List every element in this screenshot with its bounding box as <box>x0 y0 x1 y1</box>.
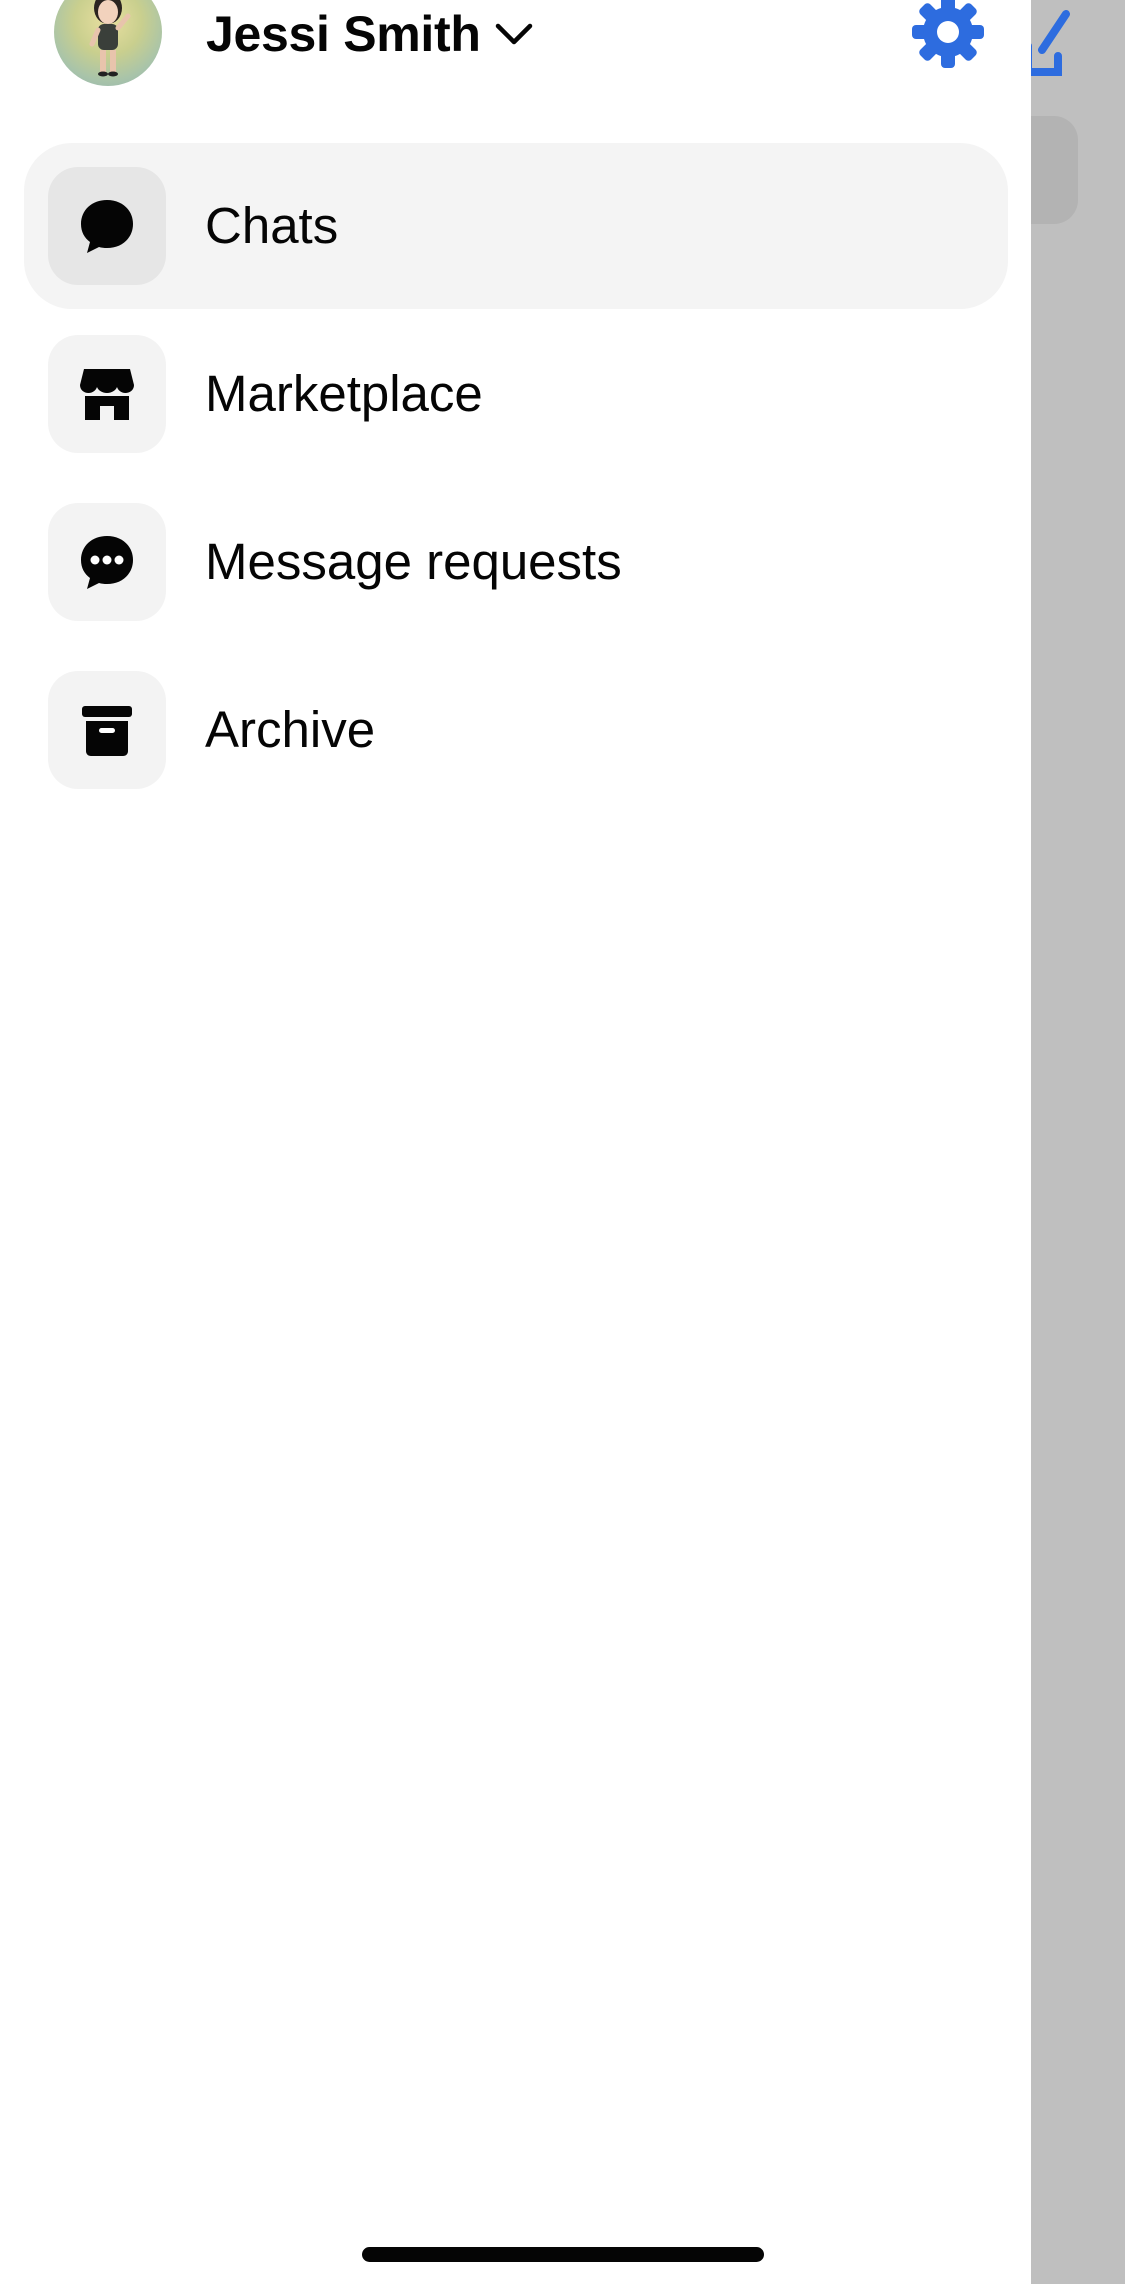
storefront-icon <box>80 369 134 420</box>
menu-label-marketplace: Marketplace <box>205 365 483 422</box>
navigation-drawer: Jessi Smith Chats Marketplace Message re… <box>0 0 1031 2284</box>
menu-item-archive[interactable]: Archive <box>24 647 1008 813</box>
menu-item-chats[interactable]: Chats <box>24 143 1008 309</box>
account-switcher[interactable]: Jessi Smith <box>206 4 533 64</box>
avatar[interactable] <box>54 0 162 86</box>
home-indicator[interactable] <box>362 2247 764 2262</box>
drawer-header: Jessi Smith <box>0 0 1031 100</box>
marketplace-icon-tile <box>48 335 166 453</box>
menu-label-message-requests: Message requests <box>205 533 622 590</box>
chat-bubble-icon <box>81 200 133 253</box>
menu-label-chats: Chats <box>205 197 339 254</box>
archive-icon <box>82 706 132 756</box>
message-requests-icon <box>81 536 133 589</box>
message-requests-icon-tile <box>48 503 166 621</box>
chats-icon-tile <box>48 167 166 285</box>
gear-icon[interactable] <box>910 0 986 70</box>
avatar-image <box>89 0 131 77</box>
chevron-down-icon <box>495 23 532 45</box>
account-name: Jessi Smith <box>206 6 481 62</box>
archive-icon-tile <box>48 671 166 789</box>
menu-item-message-requests[interactable]: Message requests <box>24 479 1008 645</box>
menu-label-archive: Archive <box>205 701 376 758</box>
menu-item-marketplace[interactable]: Marketplace <box>24 311 1008 477</box>
